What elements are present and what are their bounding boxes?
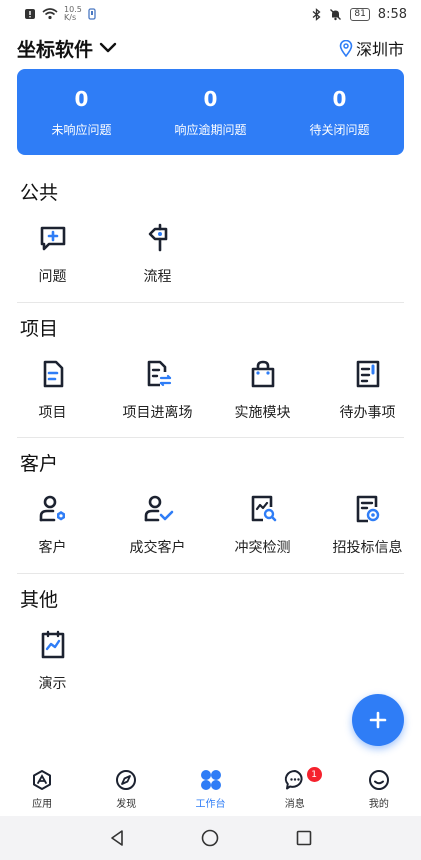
- stat-pending-close[interactable]: 0 待关闭问题: [275, 69, 404, 155]
- section-title-other: 其他: [20, 589, 59, 611]
- stat-value: 0: [203, 86, 218, 111]
- location-pin-icon: [339, 39, 353, 57]
- plus-icon: [369, 711, 387, 729]
- document-exchange-icon: [147, 360, 171, 387]
- stat-label: 响应逾期问题: [174, 122, 247, 137]
- message-icon: [284, 769, 303, 790]
- tab-label: 应用: [32, 799, 53, 810]
- home-button[interactable]: [190, 818, 230, 858]
- stat-unresponded[interactable]: 0 未响应问题: [17, 69, 146, 155]
- back-triangle-icon: [111, 830, 123, 846]
- grid-label: 成交客户: [129, 540, 186, 556]
- compass-icon: [116, 770, 137, 790]
- company-name: 坐标软件: [17, 38, 94, 61]
- grid-label: 招投标信息: [332, 540, 403, 556]
- app-demo[interactable]: 演示: [0, 629, 105, 693]
- app-project-entry-exit[interactable]: 项目进离场: [105, 358, 210, 422]
- back-button[interactable]: [97, 818, 137, 858]
- status-bar: 10.5 K/s 81 8:58: [0, 0, 421, 28]
- grid-other: 演示: [0, 629, 421, 709]
- app-issues[interactable]: 问题: [0, 222, 105, 286]
- section-divider: [17, 302, 404, 303]
- app-bidding-info[interactable]: 招投标信息: [315, 493, 420, 557]
- stat-value: 0: [74, 86, 89, 111]
- chart-search-icon: [251, 495, 276, 522]
- tab-apps[interactable]: 应用: [0, 760, 84, 816]
- company-selector[interactable]: 坐标软件: [17, 35, 117, 62]
- user-hex-icon: [39, 495, 65, 522]
- app-conflict-detection[interactable]: 冲突检测: [210, 493, 315, 557]
- stat-label: 待关闭问题: [309, 122, 370, 137]
- grid-project: 项目 项目进离场 实施模块 待办事项: [0, 358, 421, 438]
- app-todo[interactable]: 待办事项: [315, 358, 420, 422]
- section-title-public: 公共: [20, 182, 59, 204]
- battery-indicator: 81: [350, 7, 370, 21]
- recents-square-icon: [296, 830, 312, 846]
- usb-icon: [88, 8, 96, 20]
- signpost-icon: [148, 223, 167, 252]
- grid-label: 待办事项: [339, 405, 396, 421]
- app-implementation-module[interactable]: 实施模块: [210, 358, 315, 422]
- workbench-icon: [200, 770, 221, 790]
- section-divider: [17, 573, 404, 574]
- unread-badge: 1: [306, 767, 322, 782]
- stats-card: 0 未响应问题 0 响应逾期问题 0 待关闭问题: [17, 69, 404, 155]
- grid-label: 项目进离场: [122, 405, 193, 421]
- add-fab-button[interactable]: [352, 694, 404, 746]
- tab-discover[interactable]: 发现: [84, 760, 168, 816]
- app-icon: [33, 770, 52, 790]
- status-left: 10.5 K/s: [24, 6, 96, 22]
- bottom-tab-bar: 应用 发现 工作台 1 消息 我的: [0, 760, 421, 816]
- profile-icon: [368, 770, 389, 790]
- grid-label: 演示: [38, 676, 67, 692]
- issue-icon: [40, 226, 65, 251]
- tab-workbench[interactable]: 工作台: [168, 760, 252, 816]
- document-icon: [43, 360, 63, 388]
- system-nav-bar: [0, 816, 421, 860]
- app-closed-customer[interactable]: 成交客户: [105, 493, 210, 557]
- section-divider: [17, 437, 404, 438]
- shopping-bag-icon: [251, 360, 274, 388]
- alert-icon: [25, 9, 35, 19]
- mute-bell-icon: [330, 8, 342, 20]
- stat-overdue[interactable]: 0 响应逾期问题: [146, 69, 275, 155]
- tab-label: 发现: [116, 799, 137, 810]
- app-customer[interactable]: 客户: [0, 493, 105, 557]
- chevron-down-icon: [99, 42, 117, 53]
- stat-label: 未响应问题: [51, 122, 112, 137]
- app-project[interactable]: 项目: [0, 358, 105, 422]
- location-selector[interactable]: 深圳市: [339, 36, 404, 60]
- grid-label: 实施模块: [234, 405, 291, 421]
- grid-label: 客户: [38, 540, 67, 556]
- grid-label: 问题: [38, 269, 67, 285]
- status-right: 81 8:58: [312, 7, 407, 22]
- section-title-customer: 客户: [20, 453, 59, 475]
- network-speed-unit: K/s: [64, 13, 77, 22]
- grid-label: 冲突检测: [234, 540, 291, 556]
- location-label: 深圳市: [355, 40, 404, 59]
- recents-button[interactable]: [284, 818, 324, 858]
- app-process[interactable]: 流程: [105, 222, 210, 286]
- stat-value: 0: [332, 86, 347, 111]
- wifi-icon: [42, 8, 58, 20]
- bluetooth-icon: [312, 7, 321, 21]
- header: 坐标软件 深圳市: [17, 30, 404, 66]
- tab-messages[interactable]: 1 消息: [253, 760, 337, 816]
- tab-label: 消息: [284, 799, 305, 810]
- todo-list-icon: [356, 360, 379, 388]
- user-check-icon: [144, 495, 173, 522]
- grid-label: 流程: [143, 269, 172, 285]
- tab-label: 我的: [368, 799, 389, 810]
- section-title-project: 项目: [20, 318, 59, 340]
- demo-chart-icon: [41, 630, 64, 659]
- grid-label: 项目: [38, 405, 67, 421]
- tab-label: 工作台: [195, 799, 226, 810]
- document-target-icon: [356, 495, 379, 523]
- tab-profile[interactable]: 我的: [337, 760, 421, 816]
- grid-public: 问题 流程: [0, 222, 421, 302]
- home-circle-icon: [202, 829, 219, 847]
- clock: 8:58: [377, 6, 407, 22]
- network-speed: 10.5 K/s: [64, 6, 82, 22]
- grid-customer: 客户 成交客户 冲突检测 招投标信息: [0, 493, 421, 573]
